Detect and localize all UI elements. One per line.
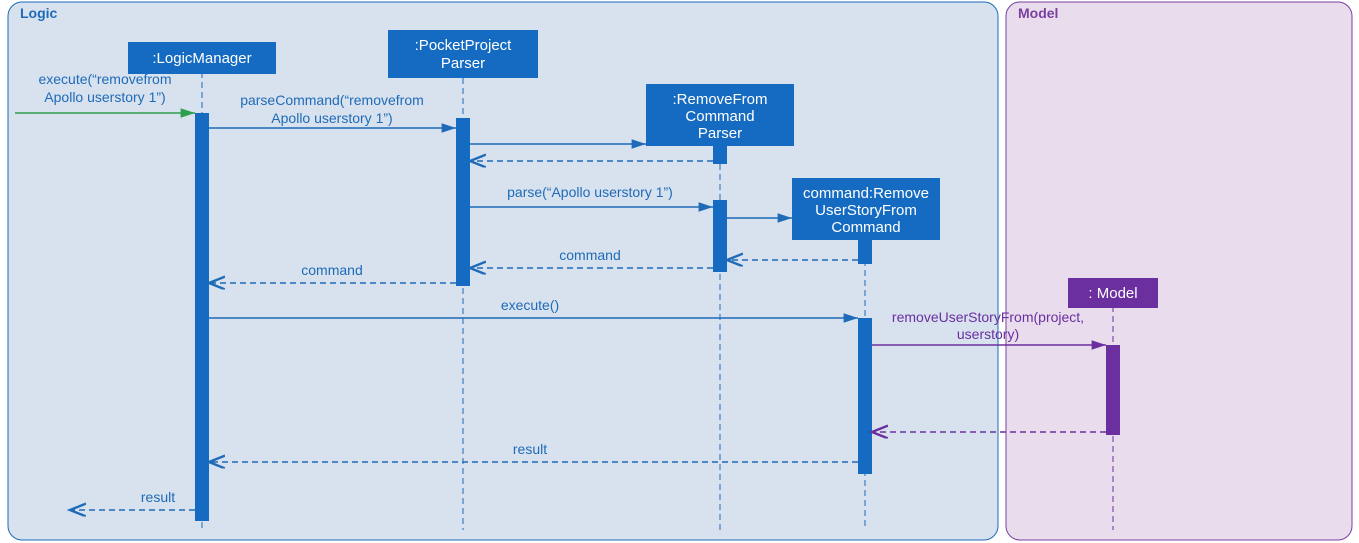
object-removeparser: :RemoveFrom Command Parser bbox=[646, 84, 794, 146]
object-pocketparser: :PocketProject Parser bbox=[388, 30, 538, 78]
object-removecommand-label1: command:Remove bbox=[803, 185, 929, 202]
msg-parse-label: parse(“Apollo userstory 1”) bbox=[507, 184, 673, 200]
msg-parsecommand-label1: parseCommand(“removefrom bbox=[240, 92, 424, 108]
msg-return-command-to-logic-label: command bbox=[301, 262, 362, 278]
object-removecommand: command:Remove UserStoryFrom Command bbox=[792, 178, 940, 240]
logic-frame-label: Logic bbox=[20, 5, 58, 21]
object-model: : Model bbox=[1068, 278, 1158, 308]
activation-pocketparser bbox=[456, 118, 470, 286]
object-removecommand-label3: Command bbox=[831, 219, 900, 236]
msg-return-result-to-logic-label: result bbox=[513, 441, 547, 457]
object-model-label: : Model bbox=[1088, 285, 1137, 302]
object-logicmanager: :LogicManager bbox=[128, 42, 276, 74]
msg-removeuserstoryfrom-label1: removeUserStoryFrom(project, bbox=[892, 309, 1084, 325]
msg-parsecommand-label2: Apollo userstory 1”) bbox=[271, 110, 392, 126]
msg-removeuserstoryfrom-label2: userstory) bbox=[957, 326, 1019, 342]
msg-execute-in-label1: execute(“removefrom bbox=[38, 71, 171, 87]
activation-removeparser-create bbox=[713, 144, 727, 164]
model-frame: Model bbox=[1006, 2, 1352, 540]
activation-removecommand-exec bbox=[858, 318, 872, 474]
object-removecommand-label2: UserStoryFrom bbox=[815, 202, 917, 219]
object-removeparser-label2: Command bbox=[685, 108, 754, 125]
activation-model bbox=[1106, 345, 1120, 435]
object-logicmanager-label: :LogicManager bbox=[152, 50, 251, 67]
activation-logicmanager bbox=[195, 113, 209, 521]
msg-result-out-label: result bbox=[141, 489, 175, 505]
msg-execute-in-label2: Apollo userstory 1”) bbox=[44, 89, 165, 105]
model-frame-label: Model bbox=[1018, 5, 1058, 21]
activation-removeparser-parse bbox=[713, 200, 727, 272]
activation-removecommand-create bbox=[858, 240, 872, 264]
object-pocketparser-label1: :PocketProject bbox=[415, 37, 513, 54]
object-removeparser-label3: Parser bbox=[698, 125, 742, 142]
msg-execute-command-label: execute() bbox=[501, 297, 559, 313]
object-pocketparser-label2: Parser bbox=[441, 55, 485, 72]
msg-return-command-to-parser-label: command bbox=[559, 247, 620, 263]
object-removeparser-label1: :RemoveFrom bbox=[672, 91, 767, 108]
